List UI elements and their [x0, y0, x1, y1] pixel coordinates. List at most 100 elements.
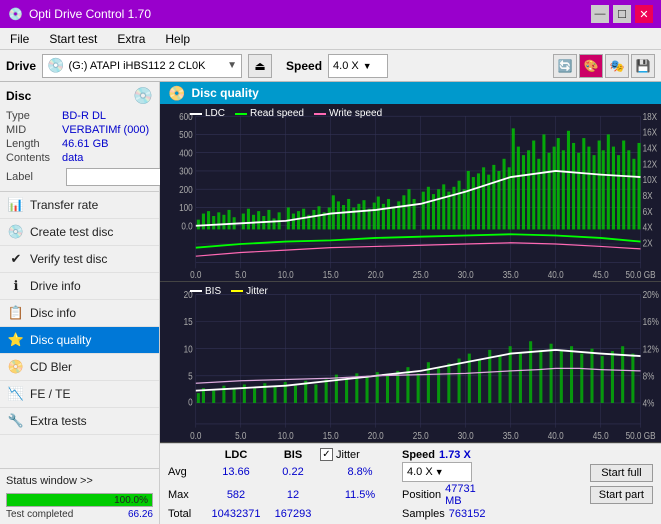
length-label: Length: [6, 138, 62, 150]
jitter-checkbox[interactable]: ✓: [320, 448, 333, 461]
color2-button[interactable]: 🎭: [605, 54, 629, 78]
fe-te-icon: 📉: [8, 386, 24, 402]
bis-header: BIS: [268, 449, 318, 461]
app-icon: 💿: [8, 7, 23, 21]
pos-val: 47731 MB: [445, 483, 476, 507]
svg-text:50.0 GB: 50.0 GB: [626, 430, 656, 441]
total-ldc: 10432371: [206, 508, 266, 520]
app-title: 💿 Opti Drive Control 1.70: [8, 7, 151, 21]
sidebar-item-drive-info[interactable]: ℹ Drive info: [0, 273, 159, 300]
sidebar-item-disc-info[interactable]: 📋 Disc info: [0, 300, 159, 327]
main-layout: Disc 💿 Type BD-R DL MID VERBATIMf (000) …: [0, 82, 661, 524]
nav-label: FE / TE: [30, 387, 70, 401]
refresh-button[interactable]: 🔄: [553, 54, 577, 78]
avg-jitter: 8.8%: [320, 466, 400, 478]
chart-header: 📀 Disc quality: [160, 82, 661, 104]
sidebar-item-extra-tests[interactable]: 🔧 Extra tests: [0, 408, 159, 435]
charts-container: LDC Read speed Write speed: [160, 104, 661, 443]
svg-text:20%: 20%: [643, 289, 659, 300]
svg-text:6X: 6X: [643, 206, 653, 217]
svg-text:30.0: 30.0: [458, 269, 474, 280]
svg-text:35.0: 35.0: [503, 430, 519, 441]
svg-text:25.0: 25.0: [413, 269, 429, 280]
svg-text:8%: 8%: [643, 370, 655, 381]
save-button[interactable]: 💾: [631, 54, 655, 78]
speed-select[interactable]: 4.0 X ▼: [328, 54, 388, 78]
sidebar-item-create-test-disc[interactable]: 💿 Create test disc: [0, 219, 159, 246]
legend-read-speed: Read speed: [235, 108, 304, 119]
window-controls: — ☐ ✕: [591, 5, 653, 23]
sidebar: Disc 💿 Type BD-R DL MID VERBATIMf (000) …: [0, 82, 160, 524]
status-section: Status window >> 100.0% Test completed 6…: [0, 468, 159, 524]
start-full-button[interactable]: Start full: [590, 464, 653, 482]
menu-start-test[interactable]: Start test: [43, 30, 103, 48]
mid-label: MID: [6, 124, 62, 136]
drive-dropdown-icon: ▼: [227, 60, 237, 71]
stats-area: LDC BIS ✓ Jitter Speed 1.73 X Avg 13.66 …: [160, 443, 661, 524]
nav-items: 📊 Transfer rate 💿 Create test disc ✔ Ver…: [0, 192, 159, 468]
start-part-button[interactable]: Start part: [590, 486, 653, 504]
disc-title: Disc: [6, 89, 31, 103]
disc-panel-icon: 💿: [133, 86, 153, 106]
drive-select[interactable]: 💿 (G:) ATAPI iHBS112 2 CL0K ▼: [42, 54, 242, 78]
status-window-button[interactable]: Status window >>: [6, 473, 153, 489]
content-area: 📀 Disc quality LDC Read speed: [160, 82, 661, 524]
max-label: Max: [168, 489, 204, 501]
svg-text:0.0: 0.0: [181, 221, 192, 232]
menu-help[interactable]: Help: [159, 30, 196, 48]
speed-dropdown[interactable]: 4.0 X ▼: [402, 462, 472, 482]
svg-text:15.0: 15.0: [323, 430, 339, 441]
nav-label: CD Bler: [30, 360, 72, 374]
svg-text:20.0: 20.0: [368, 430, 384, 441]
svg-text:10.0: 10.0: [278, 269, 294, 280]
status-right-val: 66.26: [128, 509, 153, 520]
svg-text:15: 15: [184, 316, 193, 327]
contents-value: data: [62, 152, 83, 164]
svg-text:10.0: 10.0: [278, 430, 294, 441]
menu-file[interactable]: File: [4, 30, 35, 48]
svg-text:400: 400: [179, 148, 193, 159]
create-disc-icon: 💿: [8, 224, 24, 240]
sidebar-item-cd-bler[interactable]: 📀 CD Bler: [0, 354, 159, 381]
length-value: 46.61 GB: [62, 138, 108, 150]
sidebar-item-verify-test-disc[interactable]: ✔ Verify test disc: [0, 246, 159, 273]
svg-text:5: 5: [188, 370, 193, 381]
legend-ldc: LDC: [190, 108, 225, 119]
close-button[interactable]: ✕: [635, 5, 653, 23]
transfer-rate-icon: 📊: [8, 197, 24, 213]
svg-text:30.0: 30.0: [458, 430, 474, 441]
sidebar-item-fe-te[interactable]: 📉 FE / TE: [0, 381, 159, 408]
nav-label: Disc info: [30, 306, 76, 320]
svg-text:18X: 18X: [643, 111, 658, 122]
svg-text:10X: 10X: [643, 174, 658, 185]
maximize-button[interactable]: ☐: [613, 5, 631, 23]
svg-text:15.0: 15.0: [323, 269, 339, 280]
svg-text:45.0: 45.0: [593, 430, 609, 441]
type-value: BD-R DL: [62, 110, 106, 122]
eject-button[interactable]: ⏏: [248, 54, 272, 78]
svg-text:0.0: 0.0: [190, 269, 201, 280]
menu-bar: File Start test Extra Help: [0, 28, 661, 50]
menu-extra[interactable]: Extra: [111, 30, 151, 48]
nav-label: Extra tests: [30, 414, 87, 428]
settings-button[interactable]: 🎨: [579, 54, 603, 78]
sidebar-item-disc-quality[interactable]: ⭐ Disc quality: [0, 327, 159, 354]
svg-text:16X: 16X: [643, 127, 658, 138]
label-label: Label: [6, 171, 62, 183]
svg-text:10: 10: [184, 343, 193, 354]
sidebar-item-transfer-rate[interactable]: 📊 Transfer rate: [0, 192, 159, 219]
total-bis: 167293: [268, 508, 318, 520]
completed-label: Test completed: [6, 509, 73, 520]
svg-text:0: 0: [188, 396, 193, 407]
position-row: Position 47731 MB: [402, 483, 472, 507]
minimize-button[interactable]: —: [591, 5, 609, 23]
svg-text:2X: 2X: [643, 238, 653, 249]
samples-val: 763152: [449, 508, 486, 520]
max-ldc: 582: [206, 489, 266, 501]
chart-header-icon: 📀: [168, 85, 185, 102]
lower-chart-svg: 20 15 10 5 0 20% 16% 12% 8% 4%: [160, 282, 661, 442]
progress-text: 100.0%: [114, 494, 148, 507]
lower-chart: BIS Jitter: [160, 282, 661, 443]
svg-text:14X: 14X: [643, 143, 658, 154]
disc-panel: Disc 💿 Type BD-R DL MID VERBATIMf (000) …: [0, 82, 159, 192]
